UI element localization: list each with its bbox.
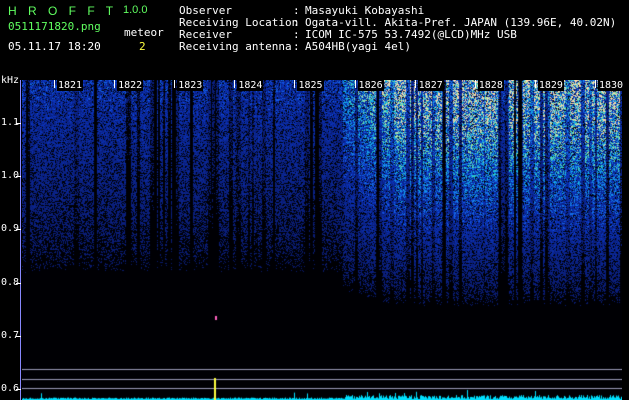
x-tick-mark <box>234 80 236 88</box>
info-label-receiver: Receiver <box>179 28 232 41</box>
x-tick-label: 1830 <box>598 80 625 91</box>
info-colon: : <box>293 16 300 29</box>
meteor-count: 2 <box>139 40 146 53</box>
info-colon: : <box>293 40 300 53</box>
y-tick-mark <box>16 336 21 337</box>
info-colon: : <box>293 28 300 41</box>
y-tick-mark <box>16 282 21 284</box>
info-label-observer: Observer <box>179 4 232 17</box>
x-tick-mark <box>414 80 416 88</box>
x-tick-mark <box>474 80 476 88</box>
x-tick-label: 1828 <box>477 80 504 91</box>
meteor-label: meteor <box>124 26 164 39</box>
y-tick-mark <box>16 229 21 231</box>
x-tick-mark <box>174 80 176 88</box>
y-tick-mark <box>16 389 21 391</box>
y-axis-line <box>20 80 21 400</box>
info-value-location: Ogata-vill. Akita-Pref. JAPAN (139.96E, … <box>305 16 617 29</box>
file-name: 0511171820.png <box>8 20 101 33</box>
x-tick-mark <box>354 80 356 88</box>
x-tick-label: 1825 <box>297 80 324 91</box>
x-tick-mark <box>534 80 536 88</box>
y-tick-mark <box>16 122 21 124</box>
hroft-screen: H R O F F T 1.0.0 0511171820.png 05.11.1… <box>0 0 629 400</box>
info-value-observer: Masayuki Kobayashi <box>305 4 425 17</box>
info-value-antenna: A504HB(yagi 4el) <box>305 40 411 53</box>
datetime: 05.11.17 18:20 <box>8 40 101 53</box>
y-tick-mark <box>16 176 21 177</box>
spectrogram <box>22 80 622 400</box>
x-tick-label: 1822 <box>117 80 144 91</box>
x-tick-mark <box>294 80 296 88</box>
info-value-receiver: ICOM IC-575 53.7492(@LCD)MHz USB <box>305 28 517 41</box>
y-axis-unit: kHz <box>1 75 20 86</box>
spectrogram-canvas <box>22 80 622 400</box>
x-tick-label: 1824 <box>237 80 264 91</box>
info-label-antenna: Receiving antenna <box>179 40 292 53</box>
info-label-location: Receiving Location <box>179 16 299 29</box>
app-version: 1.0.0 <box>123 4 148 16</box>
app-name: H R O F F T <box>8 4 118 18</box>
x-tick-mark <box>54 80 55 88</box>
info-colon: : <box>293 4 300 17</box>
x-tick-label: 1827 <box>417 80 444 91</box>
x-tick-mark <box>114 80 116 88</box>
x-tick-mark <box>595 80 596 88</box>
x-tick-label: 1821 <box>57 80 84 91</box>
x-tick-label: 1823 <box>177 80 204 91</box>
x-tick-label: 1829 <box>537 80 564 91</box>
x-tick-label: 1826 <box>357 80 384 91</box>
